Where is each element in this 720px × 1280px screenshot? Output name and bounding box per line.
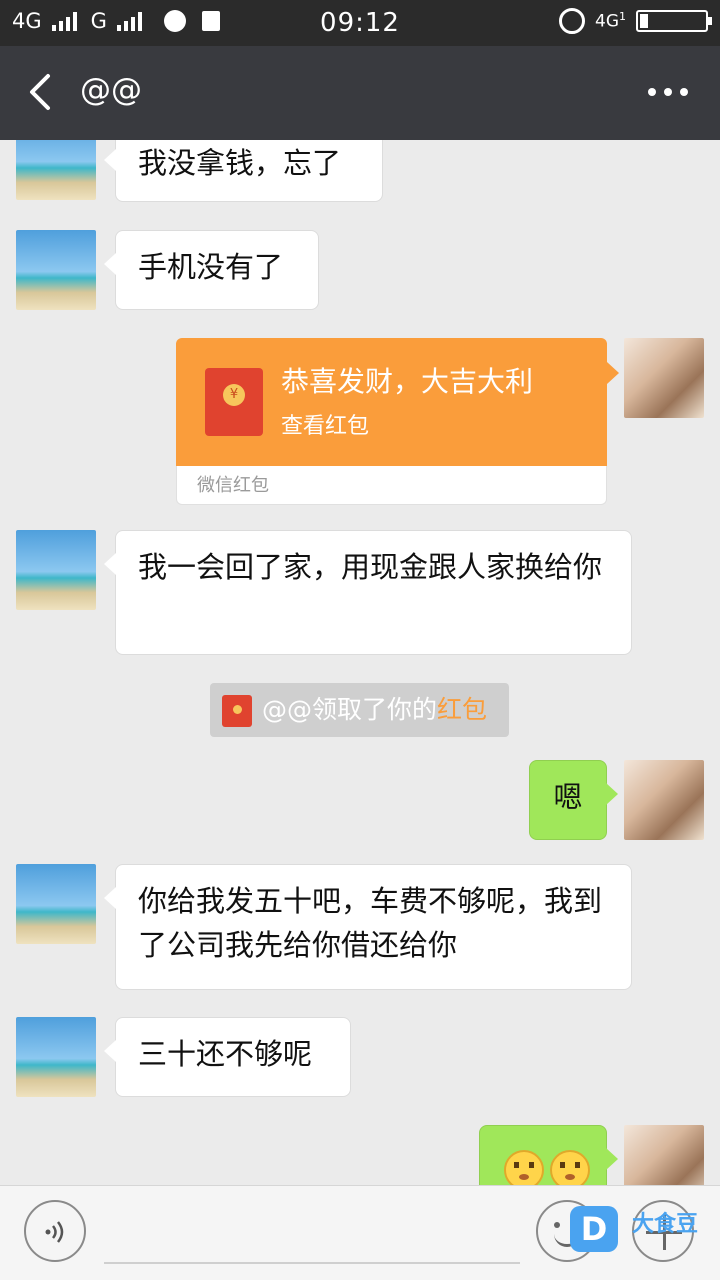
contact-avatar[interactable]	[16, 1017, 96, 1097]
flushed-face-icon	[504, 1150, 544, 1185]
flushed-face-icon	[550, 1150, 590, 1185]
battery-icon	[636, 10, 712, 32]
status-bar: 4G G 09:12 4G1	[0, 0, 720, 46]
red-packet-link[interactable]: 红包	[437, 695, 487, 724]
incoming-message[interactable]: 手机没有了	[104, 230, 319, 310]
coin-icon: ¥	[223, 384, 245, 406]
incoming-message[interactable]: 三十还不够呢	[104, 1017, 351, 1097]
back-arrow-icon[interactable]	[24, 72, 64, 112]
right-network-text: 4G	[595, 11, 619, 32]
right-network-sub: 1	[619, 10, 626, 24]
contact-avatar[interactable]	[16, 140, 96, 200]
red-packet-body: ¥ 恭喜发财，大吉大利 查看红包	[176, 338, 619, 466]
my-avatar[interactable]	[624, 338, 704, 418]
watermark-logo: D	[570, 1206, 618, 1252]
chat-header: @@	[0, 46, 720, 140]
my-avatar[interactable]	[624, 760, 704, 840]
message-text: 你给我发五十吧，车费不够呢，我到了公司我先给你借还给你	[138, 884, 603, 962]
message-text: 我没拿钱，忘了	[138, 146, 342, 180]
red-packet-message[interactable]: ¥ 恭喜发财，大吉大利 查看红包 微信红包	[176, 338, 619, 505]
chat-title: @@	[80, 72, 142, 108]
red-envelope-icon	[222, 695, 252, 727]
notice-text: @@领取了你的	[262, 695, 438, 724]
contact-avatar[interactable]	[16, 230, 96, 310]
incoming-message[interactable]: 我一会回了家，用现金跟人家换给你	[104, 530, 632, 655]
alarm-icon	[559, 8, 585, 34]
voice-icon	[45, 1221, 64, 1243]
outgoing-message[interactable]: 嗯	[529, 760, 618, 840]
contact-avatar[interactable]	[16, 864, 96, 944]
message-input[interactable]	[104, 1262, 520, 1264]
red-packet-greeting: 恭喜发财，大吉大利	[281, 365, 534, 398]
watermark-text: 大食豆	[632, 1212, 699, 1237]
red-packet-footer: 微信红包	[176, 466, 607, 505]
battery-level	[640, 14, 648, 28]
contact-avatar[interactable]	[16, 530, 96, 610]
my-avatar[interactable]	[624, 1125, 704, 1185]
incoming-message[interactable]: 你给我发五十吧，车费不够呢，我到了公司我先给你借还给你	[104, 864, 632, 990]
message-text: 嗯	[553, 780, 583, 814]
message-text: 手机没有了	[138, 250, 284, 284]
red-envelope-icon: ¥	[205, 368, 263, 436]
more-options-icon[interactable]	[648, 88, 688, 96]
system-notice: @@领取了你的红包	[210, 683, 509, 737]
red-packet-action: 查看红包	[281, 414, 370, 439]
voice-input-button[interactable]	[24, 1200, 86, 1262]
outgoing-message[interactable]	[479, 1125, 618, 1185]
incoming-message[interactable]: 我没拿钱，忘了	[104, 140, 383, 202]
network-label-right: 4G1	[595, 10, 626, 32]
message-list[interactable]: 我没拿钱，忘了 手机没有了 ¥ 恭喜发财，大吉大利 查看红包 微信红包 我一会回…	[0, 140, 720, 1185]
status-right: 4G1	[559, 8, 712, 34]
message-text: 三十还不够呢	[138, 1037, 313, 1071]
message-text: 我一会回了家，用现金跟人家换给你	[138, 550, 603, 584]
